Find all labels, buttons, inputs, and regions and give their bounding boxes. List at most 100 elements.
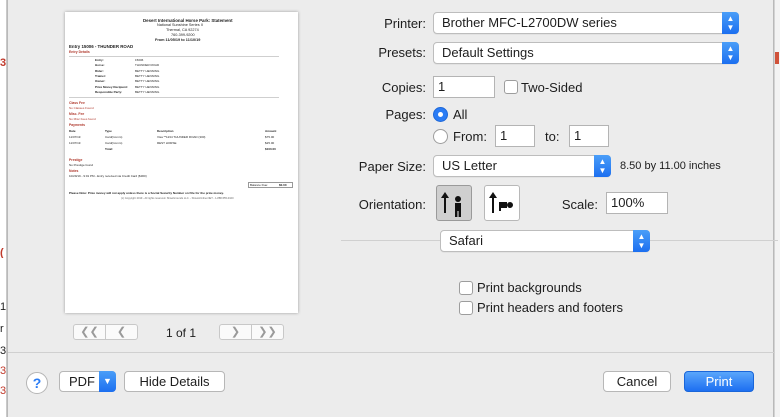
cancel-button[interactable]: Cancel — [603, 371, 671, 392]
print-headers-footers-label: Print headers and footers — [477, 300, 623, 315]
landscape-person-icon — [489, 192, 513, 213]
preview-pay-cell: $75.00 — [265, 135, 275, 139]
preview-balance-label: Balance Due: — [250, 183, 269, 187]
printer-value: Brother MFC-L2700DW series — [442, 15, 617, 30]
pages-from-label: From: — [453, 129, 487, 144]
background-fragment: 1 — [0, 302, 6, 312]
preview-copyright: (c) Copyright 2019 - All rights reserved… — [121, 197, 234, 200]
preview-field-label: Responsible Party: — [95, 89, 123, 94]
preview-field-value: BETTY HENNING — [135, 68, 160, 73]
background-window-edge: 3 ( 1 r 3 3 3 — [0, 0, 7, 417]
print-button[interactable]: Print — [684, 371, 754, 392]
preview-navigation: ❮❮ ❮ 1 of 1 ❯ ❯❯ — [73, 324, 293, 344]
background-fragment: r — [0, 324, 4, 334]
preview-section-prestige: Prestige — [69, 158, 83, 162]
two-sided-checkbox[interactable] — [504, 80, 518, 94]
preview-balance-value: $0.00 — [279, 183, 287, 187]
preview-pay-cell: $25.00 — [265, 140, 275, 145]
background-fragment: 3 — [0, 386, 6, 396]
preview-pay-cell: Card(Comm) — [105, 140, 123, 145]
popup-arrows-icon: ▲ ▼ — [594, 155, 611, 177]
preview-total-value: $100.00 — [265, 147, 276, 151]
preview-pay-cell: Visa **1234 THUNDER ROAD (300) — [157, 135, 206, 139]
preview-misc-note: No Misc Fees found — [69, 117, 96, 121]
preview-field-label: Entry: — [95, 58, 104, 62]
pages-label: Pages: — [385, 107, 426, 122]
app-options-value: Safari — [449, 233, 483, 248]
preview-field-value: THUNDER ROAD — [135, 63, 160, 68]
chevron-down-icon: ▼ — [99, 371, 116, 392]
help-button[interactable]: ? — [26, 372, 48, 394]
preview-field-value: BETTY HENNING — [135, 73, 160, 78]
preview-notes-text: 10/29/19 - 9:01 PM - Entry received via … — [69, 174, 147, 178]
preview-field-value: 15006 — [135, 58, 144, 62]
previous-page-button[interactable]: ❮ — [105, 324, 138, 340]
preview-section-notes: Notes — [69, 169, 79, 173]
preview-doc-entry: Entry 15006 - THUNDER ROAD — [69, 44, 134, 49]
preview-section-misc: Misc. Fee — [69, 112, 85, 116]
pages-from-field[interactable]: 1 — [495, 125, 535, 147]
preview-pay-header: Amount — [265, 129, 277, 133]
popup-arrows-icon: ▲ ▼ — [722, 42, 739, 64]
print-headers-footers-checkbox[interactable] — [459, 301, 473, 315]
popup-arrows-icon: ▲ ▼ — [633, 230, 650, 252]
copies-label: Copies: — [381, 80, 426, 95]
preview-field-label: Prize Money Recipient: — [95, 84, 128, 89]
background-fragment: 3 — [0, 58, 6, 68]
portrait-person-icon — [441, 192, 461, 217]
preview-pay-cell: 11/07/19 — [69, 140, 81, 145]
preview-balance-box: Balance Due: $0.00 — [248, 182, 293, 188]
pdf-label: PDF — [69, 374, 95, 389]
preview-field-label: Owner: — [95, 79, 106, 84]
background-fragment: 3 — [0, 346, 6, 356]
next-page-button[interactable]: ❯ — [219, 324, 252, 340]
background-fragment — [775, 52, 779, 64]
pages-to-field[interactable]: 1 — [569, 125, 609, 147]
scale-label: Scale: — [561, 197, 598, 212]
preview-section-classes: Class Fee — [69, 101, 85, 105]
scale-field[interactable]: 100% — [606, 192, 668, 214]
last-page-button[interactable]: ❯❯ — [251, 324, 284, 340]
app-options-popup[interactable]: Safari ▲ ▼ — [440, 230, 650, 252]
background-fragment: ( — [0, 248, 4, 258]
preview-field-value: BETTY HENNING — [135, 84, 160, 89]
presets-popup[interactable]: Default Settings ▲ ▼ — [433, 42, 739, 64]
pages-all-label: All — [453, 107, 468, 122]
preview-field-label: Horse: — [95, 63, 105, 68]
page-indicator: 1 of 1 — [165, 326, 197, 340]
preview-rule — [69, 97, 279, 98]
preview-rule — [69, 56, 279, 57]
pdf-menu-button[interactable]: PDF ▼ — [59, 371, 116, 392]
preview-total-label: Total: — [105, 147, 113, 151]
pages-all-radio[interactable] — [433, 107, 448, 122]
preview-pay-header: Date — [69, 129, 76, 133]
first-page-button[interactable]: ❮❮ — [73, 324, 106, 340]
paper-dimensions: 8.50 by 11.00 inches — [620, 160, 721, 172]
paper-size-popup[interactable]: US Letter ▲ ▼ — [433, 155, 611, 177]
print-backgrounds-checkbox[interactable] — [459, 281, 473, 295]
print-backgrounds-label: Print backgrounds — [477, 280, 582, 295]
footer-divider — [8, 352, 775, 353]
print-dialog: Desert International Horse Park: Stateme… — [7, 0, 778, 417]
presets-label: Presets: — [378, 45, 426, 60]
paper-size-value: US Letter — [442, 158, 497, 173]
printer-popup[interactable]: Brother MFC-L2700DW series ▲ ▼ — [433, 12, 739, 34]
preview-prestige-note: No Prestige found — [69, 163, 94, 167]
preview-section-payments: Payments — [69, 123, 86, 127]
pages-range-radio[interactable] — [433, 129, 448, 144]
preview-section-details: Entry Details — [69, 50, 90, 54]
preview-field-value: BETTY HENNING — [135, 79, 160, 84]
preview-pay-header: Type — [105, 129, 112, 133]
print-preview-page: Desert International Horse Park: Stateme… — [65, 12, 298, 313]
landscape-orientation-button[interactable] — [484, 185, 520, 221]
copies-field[interactable]: 1 — [433, 76, 495, 98]
portrait-orientation-button[interactable] — [436, 185, 472, 221]
preview-field-value: BETTY HENNING — [135, 89, 160, 94]
preview-field-label: Rider: — [95, 68, 104, 73]
presets-value: Default Settings — [442, 45, 534, 60]
two-sided-label: Two-Sided — [521, 80, 583, 95]
preview-doc-dates: From 11/05/19 to 11/10/19 — [155, 38, 201, 42]
background-fragment: 3 — [0, 366, 6, 376]
hide-details-button[interactable]: Hide Details — [124, 371, 225, 392]
pages-to-label: to: — [545, 129, 560, 144]
